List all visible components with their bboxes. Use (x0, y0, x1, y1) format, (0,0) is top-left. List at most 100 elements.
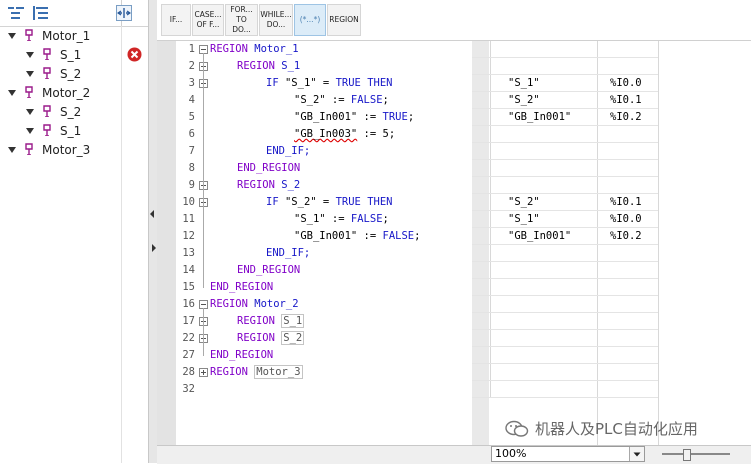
sync-icon[interactable] (116, 5, 132, 21)
tree-item-s2[interactable]: S_2 (0, 102, 150, 121)
line-number: 9 (188, 179, 195, 191)
expand-arrow-icon[interactable] (8, 33, 16, 39)
symbol-name: "S_2" (508, 196, 540, 208)
code-line: "GB_In003" := 5; (294, 128, 396, 140)
line-number: 6 (188, 128, 195, 140)
symbol-address: %I0.1 (610, 94, 642, 106)
line-number: 8 (188, 162, 195, 174)
code-line: REGION Motor_1 (210, 43, 299, 55)
expand-toggle-icon[interactable] (199, 368, 208, 377)
symbol-address: %I0.0 (610, 77, 642, 89)
editor-gutter (157, 41, 176, 445)
region-icon (25, 86, 33, 98)
line-number: 32 (182, 383, 195, 395)
for-to-do-button[interactable]: FOR... TO DO... (225, 4, 258, 36)
code-line: IF "S_2" = TRUE THEN (266, 196, 393, 208)
tree-item-s1[interactable]: S_1 (0, 45, 150, 64)
line-number: 11 (182, 213, 195, 225)
code-line: END_REGION (237, 162, 301, 174)
tree-item-label: S_2 (60, 66, 82, 81)
tree-item-motor-3[interactable]: Motor_3 (0, 140, 150, 159)
chevron-down-icon[interactable] (629, 447, 644, 461)
region-icon (43, 105, 51, 117)
symbol-name: "S_1" (508, 213, 540, 225)
line-number: 4 (188, 94, 195, 106)
code-line: "GB_In001" := TRUE; (294, 111, 415, 123)
symbol-name: "S_1" (508, 77, 540, 89)
line-number: 5 (188, 111, 195, 123)
expand-all-icon[interactable] (33, 6, 51, 20)
instruction-toolbar: IF... CASE... OF F... FOR... TO DO... WH… (157, 0, 751, 41)
region-icon (25, 29, 33, 41)
symbol-reference-table: "S_1" %I0.0 "S_2" %I0.1 "GB_In001" %I0.2… (472, 41, 658, 445)
line-number: 2 (188, 60, 195, 72)
code-line: END_REGION (210, 281, 274, 293)
navigation-panel: Motor_1 S_1 S_2 Motor_2 S_2 S_1 Motor_3 (0, 0, 151, 463)
code-line: "GB_In001" := FALSE; (294, 230, 421, 242)
zoom-value: 100% (495, 447, 527, 460)
collapse-all-icon[interactable] (8, 6, 26, 20)
symbol-name: "GB_In001" (508, 230, 572, 242)
expand-arrow-icon[interactable] (8, 90, 16, 96)
line-number: 7 (188, 145, 195, 157)
symbol-name: "GB_In001" (508, 111, 572, 123)
line-number: 13 (182, 247, 195, 259)
line-number: 14 (182, 264, 195, 276)
line-number: 16 (182, 298, 195, 310)
expand-arrow-icon[interactable] (26, 71, 34, 77)
region-icon (43, 48, 51, 60)
symbol-address: %I0.1 (610, 196, 642, 208)
line-number: 17 (182, 315, 195, 327)
line-number: 1 (188, 43, 195, 55)
expand-arrow-icon[interactable] (26, 109, 34, 115)
symbol-address: %I0.2 (610, 230, 642, 242)
expand-arrow-icon[interactable] (26, 128, 34, 134)
line-number: 28 (182, 366, 195, 378)
code-line: REGION S_2 (237, 179, 301, 191)
zoom-slider-thumb[interactable] (683, 449, 691, 461)
line-number: 12 (182, 230, 195, 242)
region-button[interactable]: REGION (327, 4, 361, 36)
symbol-address: %I0.2 (610, 111, 642, 123)
expand-right-icon[interactable] (152, 244, 156, 252)
code-line: END_IF; (266, 247, 311, 259)
error-icon (127, 47, 142, 62)
wechat-icon (505, 420, 529, 437)
code-line: "S_1" := FALSE; (294, 213, 389, 225)
code-line: IF "S_1" = TRUE THEN (266, 77, 393, 89)
code-line: REGION Motor_2 (210, 298, 299, 310)
code-line: REGION Motor_3 (210, 365, 303, 379)
code-line: END_IF; (266, 145, 311, 157)
tree-item-label: S_2 (60, 104, 82, 119)
tree-item-label: Motor_1 (42, 28, 91, 43)
zoom-select[interactable]: 100% (491, 446, 645, 462)
region-icon (43, 67, 51, 79)
collapse-left-icon[interactable] (150, 210, 154, 218)
watermark: 机器人及PLC自动化应用 (505, 418, 698, 439)
tree-item-motor-2[interactable]: Motor_2 (0, 83, 150, 102)
comment-button[interactable]: (*...*) (294, 4, 326, 36)
expand-arrow-icon[interactable] (26, 52, 34, 58)
right-pane (658, 41, 751, 445)
case-of-button[interactable]: CASE... OF F... (192, 4, 224, 36)
line-number: 27 (182, 349, 195, 361)
expand-arrow-icon[interactable] (8, 147, 16, 153)
tree-item-s1[interactable]: S_1 (0, 121, 150, 140)
tree-item-label: Motor_2 (42, 85, 91, 100)
tree-item-motor-1[interactable]: Motor_1 (0, 26, 150, 45)
if-button[interactable]: IF... (161, 4, 191, 36)
code-line: "S_2" := FALSE; (294, 94, 389, 106)
line-number: 22 (182, 332, 195, 344)
while-do-button[interactable]: WHILE... DO... (259, 4, 293, 36)
code-line: REGION S_1 (237, 314, 305, 328)
zoom-slider-track[interactable] (662, 453, 730, 455)
tree-item-s2[interactable]: S_2 (0, 64, 150, 83)
tree-item-label: Motor_3 (42, 142, 91, 157)
line-number: 3 (188, 77, 195, 89)
region-icon (25, 143, 33, 155)
code-editor[interactable]: 1 2 3 4 5 6 7 8 9 10 11 12 13 14 15 16 1… (176, 41, 472, 445)
code-line: REGION S_2 (237, 331, 305, 345)
tree-item-label: S_1 (60, 123, 82, 138)
watermark-text: 机器人及PLC自动化应用 (535, 420, 698, 438)
code-line: REGION S_1 (237, 60, 301, 72)
